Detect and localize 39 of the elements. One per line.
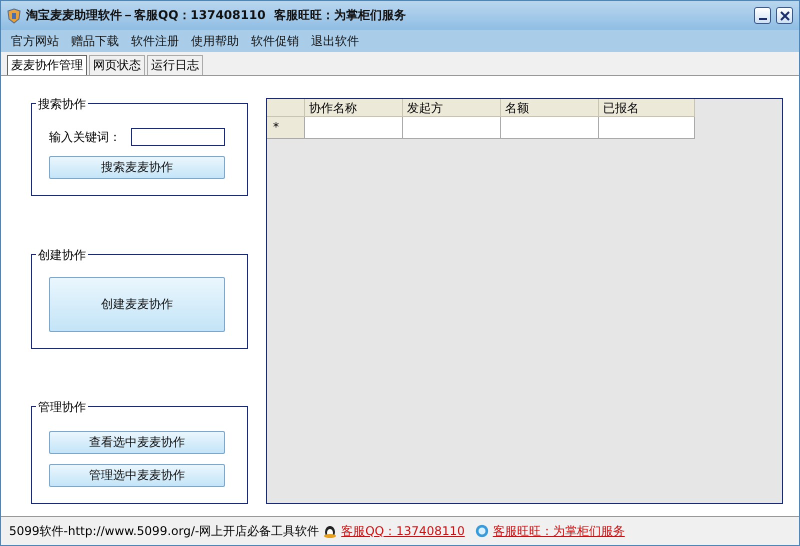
action-button[interactable]: 查看选中麦麦协作 (49, 431, 225, 454)
group-title: 管理协作 (36, 399, 88, 416)
table-cell[interactable] (403, 117, 501, 139)
tab[interactable]: 网页状态 (89, 55, 145, 75)
create-button[interactable]: 创建麦麦协作 (49, 276, 225, 332)
table-cell[interactable] (501, 117, 599, 139)
minimize-button[interactable] (754, 7, 771, 24)
field-label: 输入关键词： (49, 128, 121, 146)
menu-item[interactable]: 官方网站 (5, 32, 65, 50)
header-cell (267, 99, 305, 117)
column-header: 名额 (501, 99, 599, 117)
window-title: 淘宝麦麦助理软件－客服QQ：137408110 客服旺旺：为掌柜们服务 (26, 7, 406, 24)
menu-item[interactable]: 退出软件 (305, 32, 365, 50)
action-button[interactable]: 管理选中麦麦协作 (49, 464, 225, 487)
column-header: 发起方 (403, 99, 501, 117)
tab[interactable]: 麦麦协作管理 (7, 55, 87, 75)
keyword-input[interactable] (131, 128, 225, 146)
menu-item[interactable]: 赠品下载 (65, 32, 125, 50)
close-icon (780, 10, 790, 20)
table-cell[interactable] (599, 117, 695, 139)
menu-item[interactable]: 软件注册 (125, 32, 185, 50)
group-title: 创建协作 (36, 246, 88, 264)
menu-item[interactable]: 使用帮助 (185, 32, 245, 50)
minimize-icon (758, 18, 766, 20)
status-link[interactable]: 客服旺旺：为掌柜们服务 (492, 522, 625, 540)
row-marker: * (267, 117, 305, 139)
close-button[interactable] (776, 7, 793, 24)
column-header: 协作名称 (305, 99, 403, 117)
group-title: 搜索协作 (36, 96, 88, 113)
menu-item[interactable]: 软件促销 (245, 32, 305, 50)
action-button[interactable]: 搜索麦麦协作 (49, 156, 225, 179)
table-cell[interactable] (305, 117, 403, 139)
tab[interactable]: 运行日志 (147, 55, 203, 75)
status-text: 5099软件-http://www.5099.org/-网上开店必备工具软件 (9, 522, 320, 540)
column-header: 已报名 (599, 99, 695, 117)
status-link[interactable]: 客服QQ：137408110 (341, 522, 465, 540)
shield-icon (7, 8, 21, 24)
penguin-icon (323, 523, 338, 539)
chat-icon (474, 523, 489, 539)
